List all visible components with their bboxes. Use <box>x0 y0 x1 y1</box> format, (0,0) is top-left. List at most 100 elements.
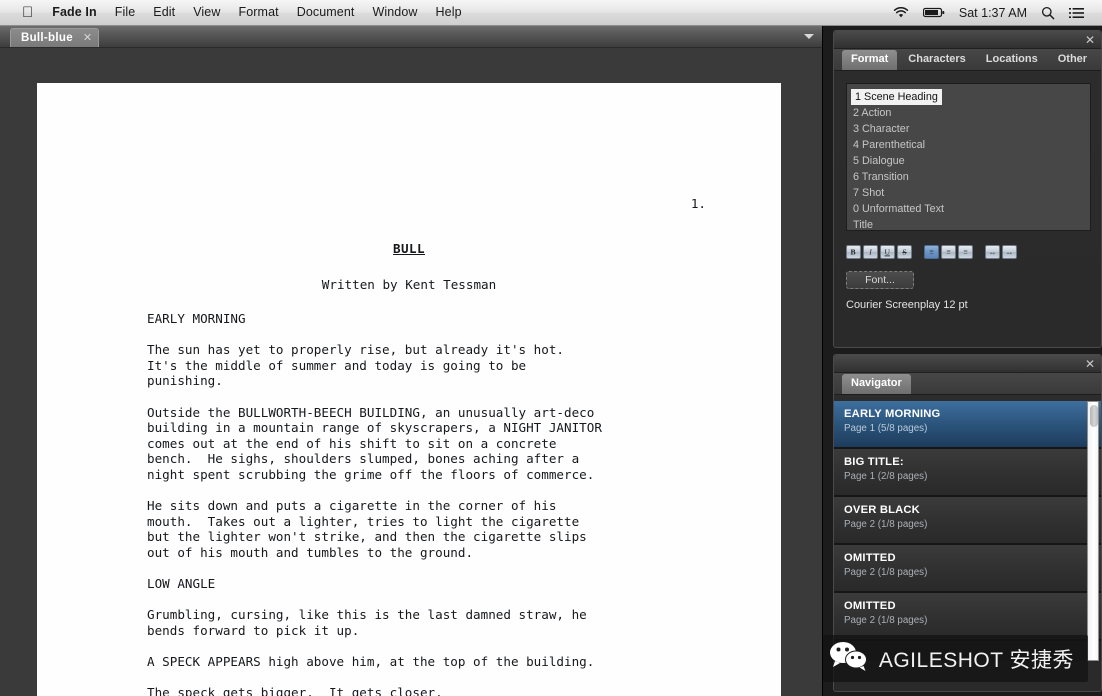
align-left-button[interactable]: ≡ <box>924 245 939 259</box>
navigator-item-subtitle: Page 2 (1/8 pages) <box>844 567 928 578</box>
align-center-icon: ≡ <box>946 247 951 256</box>
align-left-icon: ≡ <box>929 247 934 256</box>
decrease-indent-button[interactable]: ↔ <box>985 245 1000 259</box>
list-icon[interactable] <box>1069 7 1084 19</box>
increase-indent-icon: ↔ <box>1005 247 1014 256</box>
menu-item-file[interactable]: File <box>106 0 145 25</box>
format-item-dialogue[interactable]: 5 Dialogue <box>847 153 1090 169</box>
underline-icon: U <box>884 247 891 256</box>
menu-item-format[interactable]: Format <box>230 0 288 25</box>
format-item-title[interactable]: Title <box>847 217 1090 230</box>
navigator-item-title: EARLY MORNING <box>844 408 941 420</box>
navigator-vertical-scrollbar[interactable] <box>1087 401 1099 661</box>
wifi-icon[interactable] <box>893 6 909 19</box>
tab-format[interactable]: Format <box>842 50 898 70</box>
script-paragraph[interactable]: He sits down and puts a cigarette in the… <box>147 498 747 560</box>
tab-other[interactable]: Other <box>1049 50 1096 70</box>
battery-icon[interactable] <box>922 7 945 18</box>
navigator-scrollbar-thumb[interactable] <box>1090 405 1098 427</box>
navigator-panel-tabs: Navigator <box>834 373 1101 395</box>
script-title: BULL <box>393 241 425 256</box>
align-center-button[interactable]: ≡ <box>941 245 956 259</box>
format-item-scene-heading[interactable]: 1 Scene Heading <box>851 89 942 105</box>
format-panel-titlebar[interactable]: ✕ <box>834 31 1101 49</box>
menu-item-view[interactable]: View <box>184 0 229 25</box>
menu-item-edit[interactable]: Edit <box>144 0 184 25</box>
script-body[interactable]: EARLY MORNING The sun has yet to properl… <box>147 311 747 696</box>
application-window:  Fade In File Edit View Format Document… <box>0 0 1102 696</box>
strikethrough-icon: S <box>902 247 907 256</box>
close-icon[interactable]: ✕ <box>1085 356 1095 372</box>
watermark-text: AGILESHOT 安捷秀 <box>878 648 1074 672</box>
align-right-button[interactable]: ≡ <box>958 245 973 259</box>
document-tab-strip: Bull-blue ✕ <box>0 26 822 48</box>
font-button[interactable]: Font... <box>846 271 914 289</box>
tab-characters[interactable]: Characters <box>899 50 974 70</box>
format-panel-tabs: Format Characters Locations Other <box>834 49 1101 71</box>
format-item-action[interactable]: 2 Action <box>847 105 1090 121</box>
navigator-item-title: OMITTED <box>844 600 896 612</box>
navigator-item-subtitle: Page 1 (2/8 pages) <box>844 471 928 482</box>
navigator-item-subtitle: Page 2 (1/8 pages) <box>844 519 928 530</box>
format-item-transition[interactable]: 6 Transition <box>847 169 1090 185</box>
script-author: Written by Kent Tessman <box>321 276 497 292</box>
format-list-item-row: 1 Scene Heading <box>847 87 1090 105</box>
script-paragraph[interactable]: The sun has yet to properly rise, but al… <box>147 342 747 389</box>
menu-item-window[interactable]: Window <box>363 0 426 25</box>
navigator-list-item[interactable]: EARLY MORNING Page 1 (5/8 pages) <box>834 401 1101 449</box>
format-panel: ✕ Format Characters Locations Other 1 Sc… <box>833 30 1102 348</box>
menu-bar-clock[interactable]: Sat 1:37 AM <box>959 6 1027 20</box>
format-item-shot[interactable]: 7 Shot <box>847 185 1090 201</box>
strikethrough-button[interactable]: S <box>897 245 912 259</box>
navigator-list-item[interactable]: OMITTED Page 2 (1/8 pages) <box>834 545 1101 593</box>
tab-navigator[interactable]: Navigator <box>842 374 911 394</box>
text-style-toolbar: B I U S ≡ ≡ ≡ ↔ ↔ <box>846 245 1101 259</box>
title-block: BULL Written by Kent Tessman <box>37 241 781 292</box>
close-icon[interactable]: ✕ <box>83 32 92 44</box>
macos-menu-bar:  Fade In File Edit View Format Document… <box>0 0 1102 26</box>
script-paragraph[interactable]: LOW ANGLE <box>147 576 747 592</box>
navigator-item-subtitle: Page 2 (1/8 pages) <box>844 615 928 626</box>
navigator-list-item[interactable]: OMITTED Page 2 (1/8 pages) <box>834 593 1101 641</box>
navigator-item-subtitle: Page 1 (5/8 pages) <box>844 423 928 434</box>
element-format-list[interactable]: 1 Scene Heading 2 Action 3 Character 4 P… <box>846 83 1091 231</box>
close-icon[interactable]: ✕ <box>1085 32 1095 48</box>
menu-item-document[interactable]: Document <box>288 0 364 25</box>
chevron-down-icon[interactable] <box>804 34 814 39</box>
menu-item-help[interactable]: Help <box>427 0 471 25</box>
wechat-logo-icon <box>829 640 869 677</box>
bold-button[interactable]: B <box>846 245 861 259</box>
align-right-icon: ≡ <box>963 247 968 256</box>
menu-bar-items:  Fade In File Edit View Format Document… <box>0 0 471 25</box>
format-item-character[interactable]: 3 Character <box>847 121 1090 137</box>
bold-icon: B <box>850 247 857 256</box>
underline-button[interactable]: U <box>880 245 895 259</box>
navigator-item-title: BIG TITLE: <box>844 456 904 468</box>
tab-locations[interactable]: Locations <box>977 50 1047 70</box>
document-tab-bull-blue[interactable]: Bull-blue ✕ <box>10 28 100 47</box>
page-number: 1. <box>690 196 706 211</box>
format-item-unformatted-text[interactable]: 0 Unformatted Text <box>847 201 1090 217</box>
increase-indent-button[interactable]: ↔ <box>1002 245 1017 259</box>
script-page[interactable]: 1. BULL Written by Kent Tessman EARLY MO… <box>37 83 781 696</box>
current-font-label: Courier Screenplay 12 pt <box>846 299 968 311</box>
script-paragraph[interactable]: A SPECK APPEARS high above him, at the t… <box>147 654 747 670</box>
right-panel-column: ✕ Format Characters Locations Other 1 Sc… <box>823 26 1102 696</box>
script-editor-area[interactable]: 1. BULL Written by Kent Tessman EARLY MO… <box>0 48 822 696</box>
format-item-parenthetical[interactable]: 4 Parenthetical <box>847 137 1090 153</box>
navigator-panel-titlebar[interactable]: ✕ <box>834 355 1101 373</box>
apple-logo-icon[interactable]:  <box>22 1 43 25</box>
italic-icon: I <box>869 247 872 256</box>
search-icon[interactable] <box>1041 6 1055 20</box>
script-paragraph[interactable]: EARLY MORNING <box>147 311 747 327</box>
script-paragraph[interactable]: Outside the BULLWORTH-BEECH BUILDING, an… <box>147 405 747 483</box>
menu-item-fade-in[interactable]: Fade In <box>43 0 105 25</box>
navigator-list-item[interactable]: OVER BLACK Page 2 (1/8 pages) <box>834 497 1101 545</box>
script-paragraph[interactable]: Grumbling, cursing, like this is the las… <box>147 607 747 638</box>
navigator-scene-list[interactable]: EARLY MORNING Page 1 (5/8 pages) BIG TIT… <box>834 401 1101 661</box>
document-tab-label: Bull-blue <box>21 32 73 44</box>
script-paragraph[interactable]: The speck gets bigger. It gets closer. <box>147 685 747 696</box>
decrease-indent-icon: ↔ <box>988 247 997 256</box>
navigator-list-item[interactable]: BIG TITLE: Page 1 (2/8 pages) <box>834 449 1101 497</box>
italic-button[interactable]: I <box>863 245 878 259</box>
